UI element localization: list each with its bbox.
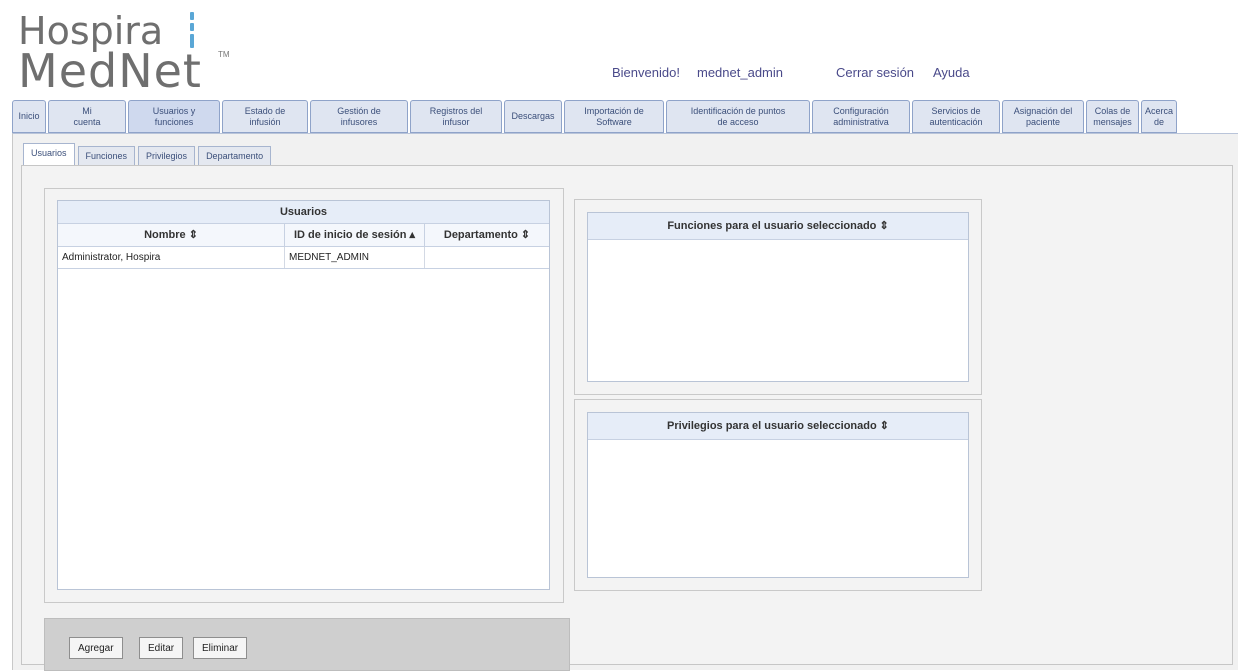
add-button[interactable]: Agregar [69, 637, 123, 659]
cell-login-id: MEDNET_ADMIN [285, 247, 425, 268]
table-row[interactable]: Administrator, Hospira MEDNET_ADMIN [58, 247, 549, 269]
edit-button[interactable]: Editar [139, 637, 184, 659]
tab-colas-mensajes[interactable]: Colas de mensajes [1086, 100, 1139, 133]
action-button-bar: Agregar Editar Eliminar [44, 618, 570, 671]
tab-importacion-software[interactable]: Importación de Software [564, 100, 664, 133]
roles-panel: Funciones para el usuario seleccionado ⇕ [574, 199, 982, 395]
tab-registros-infusor[interactable]: Registros del infusor [410, 100, 502, 133]
tab-asignacion-paciente[interactable]: Asignación del paciente [1002, 100, 1084, 133]
column-header-login-id[interactable]: ID de inicio de sesión ▴ [285, 224, 425, 246]
logo-trademark: TM [218, 50, 230, 59]
tab-estado-infusion[interactable]: Estado de infusión [222, 100, 308, 133]
tab-configuracion-administrativa[interactable]: Configuración administrativa [812, 100, 910, 133]
subtab-usuarios[interactable]: Usuarios [23, 143, 75, 165]
tab-servicios-autenticacion[interactable]: Servicios de autenticación [912, 100, 1000, 133]
users-panel: Usuarios Nombre ⇕ ID de inicio de sesión… [44, 188, 564, 603]
tab-mi-cuenta[interactable]: Mi cuenta [48, 100, 126, 133]
users-table-header: Nombre ⇕ ID de inicio de sesión ▴ Depart… [58, 224, 549, 247]
column-header-departamento[interactable]: Departamento ⇕ [425, 224, 549, 246]
subtab-departamento[interactable]: Departamento [198, 146, 272, 165]
help-link[interactable]: Ayuda [933, 65, 970, 80]
tab-usuarios-funciones[interactable]: Usuarios y funciones [128, 100, 220, 133]
delete-button[interactable]: Eliminar [193, 637, 248, 659]
roles-panel-title[interactable]: Funciones para el usuario seleccionado ⇕ [588, 213, 968, 240]
current-username: mednet_admin [697, 65, 783, 80]
tab-acerca-de[interactable]: Acerca de [1141, 100, 1177, 133]
tab-descargas[interactable]: Descargas [504, 100, 562, 133]
main-nav: Inicio Mi cuenta Usuarios y funciones Es… [12, 100, 1238, 133]
logout-link[interactable]: Cerrar sesión [836, 65, 914, 80]
hospira-mednet-logo: Hospira MedNet TM [18, 8, 248, 98]
tab-inicio[interactable]: Inicio [12, 100, 46, 133]
privileges-box: Privilegios para el usuario seleccionado… [587, 412, 969, 578]
logo-mednet-text: MedNet [18, 44, 202, 98]
users-table-title: Usuarios [58, 201, 549, 224]
privileges-panel: Privilegios para el usuario seleccionado… [574, 399, 982, 591]
privileges-panel-title[interactable]: Privilegios para el usuario seleccionado… [588, 413, 968, 440]
users-table: Usuarios Nombre ⇕ ID de inicio de sesión… [57, 200, 550, 590]
roles-box: Funciones para el usuario seleccionado ⇕ [587, 212, 969, 382]
subtabs: Usuarios Funciones Privilegios Departame… [23, 143, 272, 165]
welcome-label: Bienvenido! [612, 65, 680, 80]
cell-departamento [425, 247, 549, 268]
tab-identificacion-puntos-acceso[interactable]: Identificación de puntos de acceso [666, 100, 810, 133]
subtab-privilegios[interactable]: Privilegios [138, 146, 196, 165]
column-header-nombre[interactable]: Nombre ⇕ [58, 224, 285, 246]
subtab-funciones[interactable]: Funciones [77, 146, 136, 165]
tab-gestion-infusores[interactable]: Gestión de infusores [310, 100, 408, 133]
content-area: Usuarios Funciones Privilegios Departame… [12, 133, 1238, 671]
cell-nombre: Administrator, Hospira [58, 247, 285, 268]
